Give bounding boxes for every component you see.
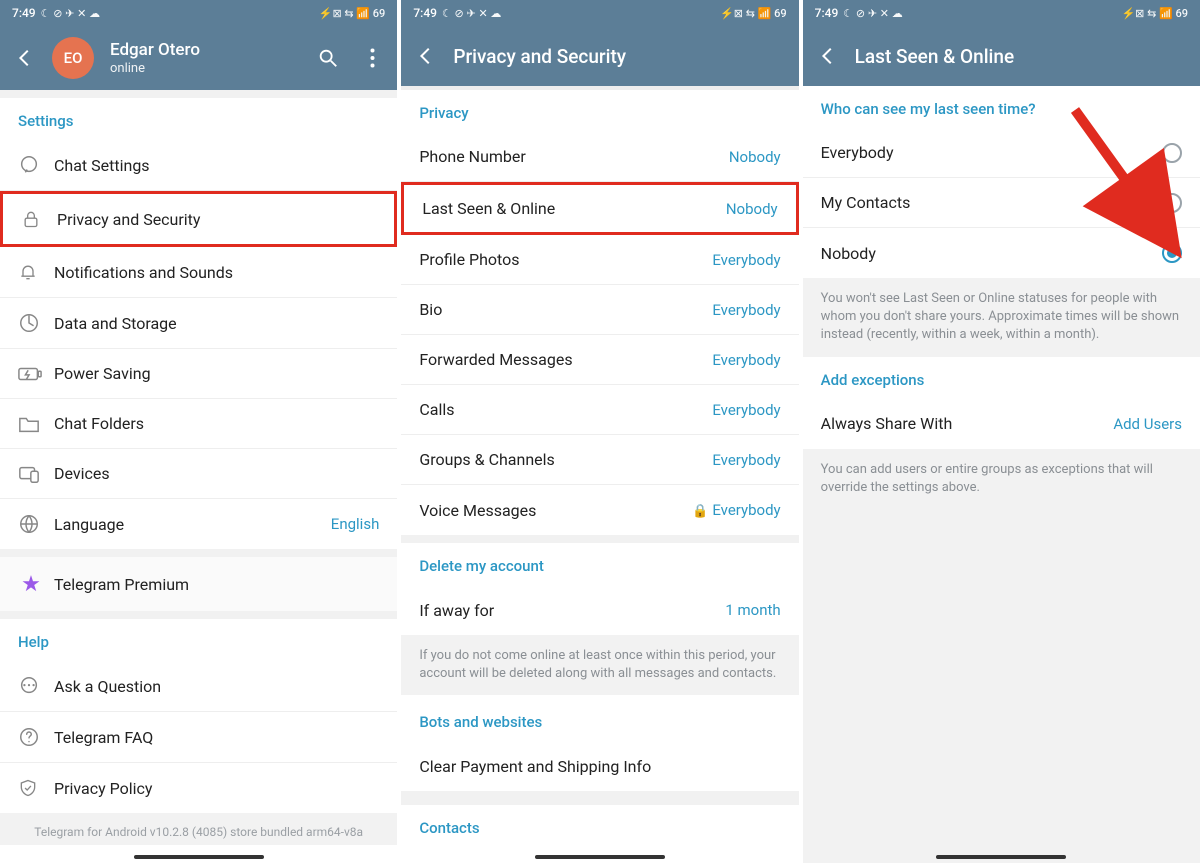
settings-privacy[interactable]: Privacy and Security bbox=[0, 191, 397, 247]
radio-checked bbox=[1162, 243, 1182, 263]
section-who: Who can see my last seen time? bbox=[803, 86, 1200, 128]
statusbar: 7:49 ☾ ⊘ ✈ ✕ ☁ ⚡⊠ ⇆ 📶 69 bbox=[0, 0, 397, 26]
screen-privacy: 7:49 ☾ ⊘ ✈ ✕ ☁ ⚡⊠ ⇆ 📶 69 Privacy and Sec… bbox=[401, 0, 798, 863]
header: EO Edgar Otero online bbox=[0, 26, 397, 90]
lock-icon bbox=[21, 208, 57, 230]
home-indicator bbox=[936, 855, 1066, 859]
battery-icon bbox=[18, 366, 54, 382]
page-title: Privacy and Security bbox=[453, 45, 784, 68]
star-icon: ★ bbox=[18, 571, 44, 597]
settings-language[interactable]: Language English bbox=[0, 499, 397, 549]
profile-name: Edgar Otero bbox=[110, 40, 301, 60]
version-label: Telegram for Android v10.2.8 (4085) stor… bbox=[0, 813, 397, 845]
radio-unchecked bbox=[1162, 193, 1182, 213]
more-icon[interactable] bbox=[361, 47, 383, 69]
privacy-voice[interactable]: Voice Messages 🔒Everybody bbox=[401, 485, 798, 535]
section-delete: Delete my account bbox=[401, 543, 798, 585]
privacy-calls[interactable]: Calls Everybody bbox=[401, 385, 798, 435]
section-settings: Settings bbox=[0, 98, 397, 140]
exception-share[interactable]: Always Share With Add Users bbox=[803, 399, 1200, 449]
settings-devices[interactable]: Devices bbox=[0, 449, 397, 499]
help-privacy[interactable]: Privacy Policy bbox=[0, 763, 397, 813]
profile-status: online bbox=[110, 61, 301, 76]
radio-unchecked bbox=[1162, 143, 1182, 163]
bots-clear[interactable]: Clear Payment and Shipping Info bbox=[401, 741, 798, 791]
help-faq[interactable]: Telegram FAQ bbox=[0, 712, 397, 763]
settings-data[interactable]: Data and Storage bbox=[0, 298, 397, 349]
search-icon[interactable] bbox=[317, 47, 339, 69]
language-value: English bbox=[331, 515, 380, 533]
settings-power[interactable]: Power Saving bbox=[0, 349, 397, 399]
status-time: 7:49 bbox=[413, 6, 437, 20]
section-exceptions: Add exceptions bbox=[803, 357, 1200, 399]
folder-icon bbox=[18, 414, 54, 434]
settings-notifications[interactable]: Notifications and Sounds bbox=[0, 247, 397, 298]
exceptions-description: You can add users or entire groups as ex… bbox=[803, 449, 1200, 509]
home-indicator bbox=[134, 855, 264, 859]
section-contacts: Contacts bbox=[401, 805, 798, 847]
data-icon bbox=[18, 312, 54, 334]
status-time: 7:49 bbox=[815, 6, 839, 20]
back-button[interactable] bbox=[14, 47, 36, 69]
telegram-premium[interactable]: ★ Telegram Premium bbox=[0, 557, 397, 611]
back-button[interactable] bbox=[415, 45, 437, 67]
option-nobody[interactable]: Nobody bbox=[803, 228, 1200, 278]
statusbar: 7:49 ☾ ⊘ ✈ ✕ ☁ ⚡⊠ ⇆ 📶 69 bbox=[401, 0, 798, 26]
statusbar: 7:49 ☾ ⊘ ✈ ✕ ☁ ⚡⊠ ⇆ 📶 69 bbox=[803, 0, 1200, 26]
screen-settings: 7:49 ☾ ⊘ ✈ ✕ ☁ ⚡⊠ ⇆ 📶 69 EO Edgar Otero … bbox=[0, 0, 397, 863]
status-icons-right: ⚡⊠ ⇆ 📶 69 bbox=[720, 7, 787, 20]
section-help: Help bbox=[0, 619, 397, 661]
help-icon bbox=[18, 726, 54, 748]
message-icon bbox=[18, 675, 54, 697]
section-privacy: Privacy bbox=[401, 90, 798, 132]
settings-folders[interactable]: Chat Folders bbox=[0, 399, 397, 449]
premium-lock-icon: 🔒 bbox=[692, 504, 708, 519]
globe-icon bbox=[18, 513, 54, 535]
option-contacts[interactable]: My Contacts bbox=[803, 178, 1200, 228]
status-icons-left: ☾ ⊘ ✈ ✕ ☁ bbox=[442, 7, 501, 20]
status-icons-right: ⚡⊠ ⇆ 📶 69 bbox=[1121, 7, 1188, 20]
privacy-phone[interactable]: Phone Number Nobody bbox=[401, 132, 798, 182]
status-icons-right: ⚡⊠ ⇆ 📶 69 bbox=[319, 7, 386, 20]
screen-lastseen: 7:49 ☾ ⊘ ✈ ✕ ☁ ⚡⊠ ⇆ 📶 69 Last Seen & Onl… bbox=[803, 0, 1200, 863]
chat-icon bbox=[18, 154, 54, 176]
privacy-lastseen[interactable]: Last Seen & Online Nobody bbox=[401, 182, 798, 235]
home-indicator bbox=[535, 855, 665, 859]
section-bots: Bots and websites bbox=[401, 695, 798, 741]
shield-icon bbox=[18, 777, 54, 799]
status-icons-left: ☾ ⊘ ✈ ✕ ☁ bbox=[843, 7, 902, 20]
page-title: Last Seen & Online bbox=[855, 45, 1186, 68]
privacy-bio[interactable]: Bio Everybody bbox=[401, 285, 798, 335]
delete-if-away[interactable]: If away for 1 month bbox=[401, 585, 798, 635]
devices-icon bbox=[18, 464, 54, 484]
avatar[interactable]: EO bbox=[52, 37, 94, 79]
option-everybody[interactable]: Everybody bbox=[803, 128, 1200, 178]
privacy-photos[interactable]: Profile Photos Everybody bbox=[401, 235, 798, 285]
help-ask[interactable]: Ask a Question bbox=[0, 661, 397, 712]
who-description: You won't see Last Seen or Online status… bbox=[803, 278, 1200, 357]
privacy-forwarded[interactable]: Forwarded Messages Everybody bbox=[401, 335, 798, 385]
header: Privacy and Security bbox=[401, 26, 798, 86]
privacy-groups[interactable]: Groups & Channels Everybody bbox=[401, 435, 798, 485]
status-time: 7:49 bbox=[12, 6, 36, 20]
header: Last Seen & Online bbox=[803, 26, 1200, 86]
delete-description: If you do not come online at least once … bbox=[401, 635, 798, 695]
settings-chat[interactable]: Chat Settings bbox=[0, 140, 397, 191]
status-icons-left: ☾ ⊘ ✈ ✕ ☁ bbox=[41, 7, 100, 20]
back-button[interactable] bbox=[817, 45, 839, 67]
bell-icon bbox=[18, 261, 54, 283]
